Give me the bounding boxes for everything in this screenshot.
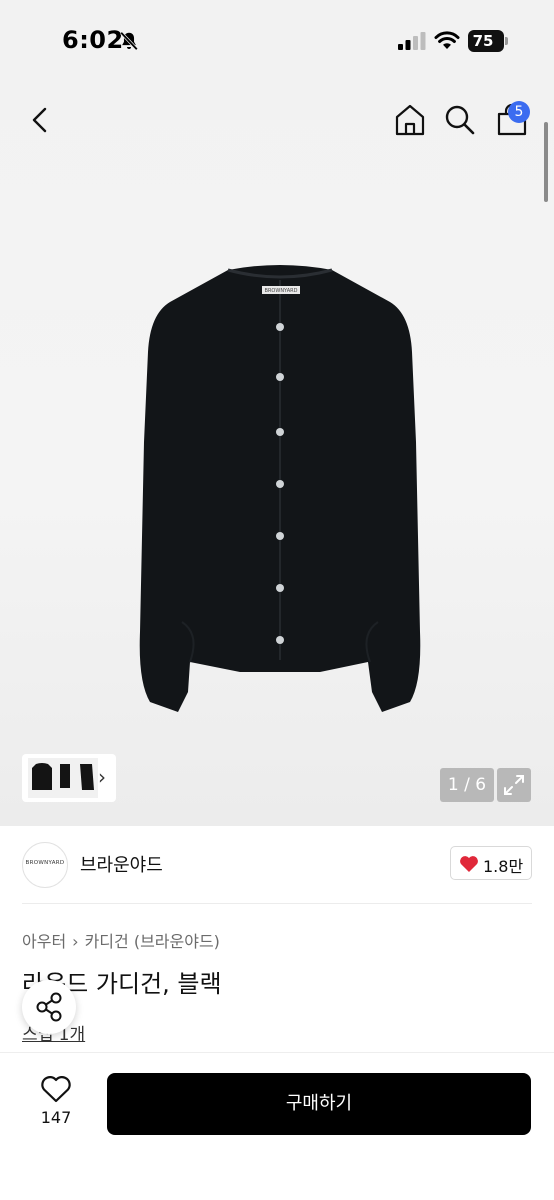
heart-filled-icon (460, 856, 478, 872)
breadcrumb-separator-icon: › (72, 932, 79, 951)
divider (22, 903, 532, 904)
wishlist-count: 147 (40, 1108, 72, 1127)
share-icon[interactable] (22, 980, 76, 1034)
wishlist-button[interactable]: 147 (30, 1074, 82, 1134)
breadcrumb: 아우터 › 카디건 (브라운야드) (22, 928, 220, 952)
thumbnail-more-icon[interactable]: › (98, 765, 106, 789)
status-bar: 6:02 75 (0, 0, 554, 82)
signal-icon (398, 32, 426, 50)
breadcrumb-subcategory[interactable]: 카디건 (브라운야드) (85, 932, 220, 951)
scroll-indicator (544, 122, 548, 202)
buy-button[interactable]: 구매하기 (107, 1073, 531, 1135)
product-cardigan-image: BROWNYARD (139, 265, 421, 712)
battery-icon: 75 (468, 30, 508, 52)
breadcrumb-category[interactable]: 아우터 (22, 932, 66, 951)
heart-outline-icon (41, 1076, 71, 1103)
brand-like-count: 1.8만 (483, 857, 524, 876)
wifi-icon (434, 31, 460, 49)
image-counter: 1 / 6 (440, 768, 494, 802)
status-time: 6:02 (62, 26, 124, 54)
garment-label-text: BROWNYARD (265, 288, 298, 294)
back-icon[interactable] (22, 102, 58, 138)
product-image-area[interactable]: 6:02 75 5 BROWNYARD › 1 / 6 (0, 0, 554, 826)
brand-name[interactable]: 브라운야드 (80, 851, 163, 877)
cart-count-badge: 5 (508, 101, 530, 123)
brand-logo[interactable]: BROWNYARD (22, 842, 68, 888)
expand-icon[interactable] (497, 768, 531, 802)
thumbnail-strip[interactable]: › (22, 754, 116, 802)
brand-like-button[interactable]: 1.8만 (450, 846, 532, 880)
search-icon[interactable] (442, 102, 478, 138)
battery-percent: 75 (472, 32, 494, 50)
brand-logo-text: BROWNYARD (25, 860, 65, 866)
home-icon[interactable] (392, 102, 428, 138)
bell-muted-icon (120, 31, 138, 51)
